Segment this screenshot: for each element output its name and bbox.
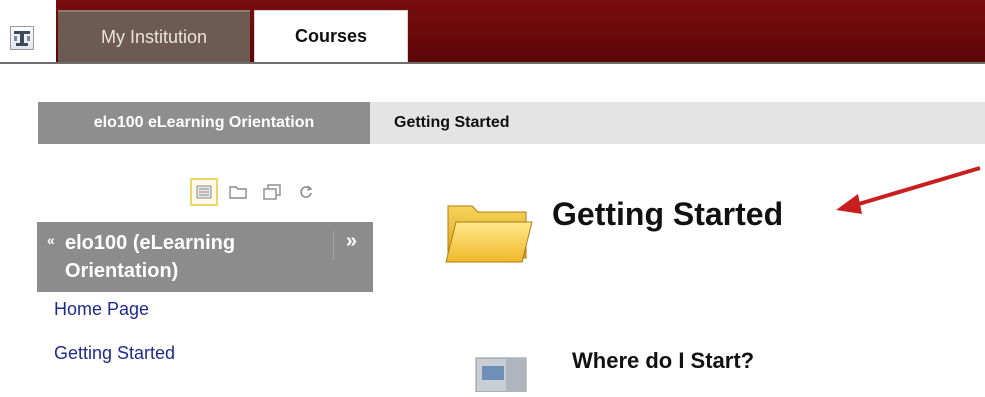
course-menu-divider xyxy=(333,230,334,260)
course-menu-item-getting-started[interactable]: Getting Started xyxy=(54,343,175,364)
breadcrumb-course-link[interactable]: elo100 eLearning Orientation xyxy=(38,102,370,144)
course-menu-item-home-page[interactable]: Home Page xyxy=(54,299,149,320)
course-menu-title[interactable]: elo100 (eLearning Orientation) xyxy=(65,229,335,285)
course-menu-toolbar xyxy=(190,176,320,208)
institution-logo-icon[interactable] xyxy=(10,26,34,50)
collapse-menu-icon[interactable]: « xyxy=(47,232,55,248)
top-nav-bar: My Institution Courses xyxy=(0,0,985,64)
top-nav-underline xyxy=(0,62,985,64)
breadcrumb-course-label: elo100 eLearning Orientation xyxy=(93,114,315,131)
course-menu-header: « elo100 (eLearning Orientation) » xyxy=(37,222,373,292)
tab-my-institution[interactable]: My Institution xyxy=(58,10,250,62)
breadcrumb-current-page: Getting Started xyxy=(394,102,510,144)
tab-courses-label: Courses xyxy=(294,26,368,46)
tab-my-institution-label: My Institution xyxy=(100,26,208,47)
folder-view-icon[interactable] xyxy=(224,178,252,206)
breadcrumb: elo100 eLearning Orientation Getting Sta… xyxy=(38,102,985,144)
breadcrumb-current-label: Getting Started xyxy=(394,114,510,131)
annotation-arrow-icon xyxy=(836,166,981,214)
expand-menu-icon[interactable]: » xyxy=(346,230,357,253)
refresh-icon[interactable] xyxy=(292,178,320,206)
document-icon xyxy=(472,352,534,393)
content-item-title[interactable]: Where do I Start? xyxy=(572,348,754,374)
list-view-icon[interactable] xyxy=(190,178,218,206)
page-title: Getting Started xyxy=(552,196,784,232)
tab-courses[interactable]: Courses xyxy=(254,10,408,62)
folder-icon xyxy=(442,196,534,268)
new-window-icon[interactable] xyxy=(258,178,286,206)
